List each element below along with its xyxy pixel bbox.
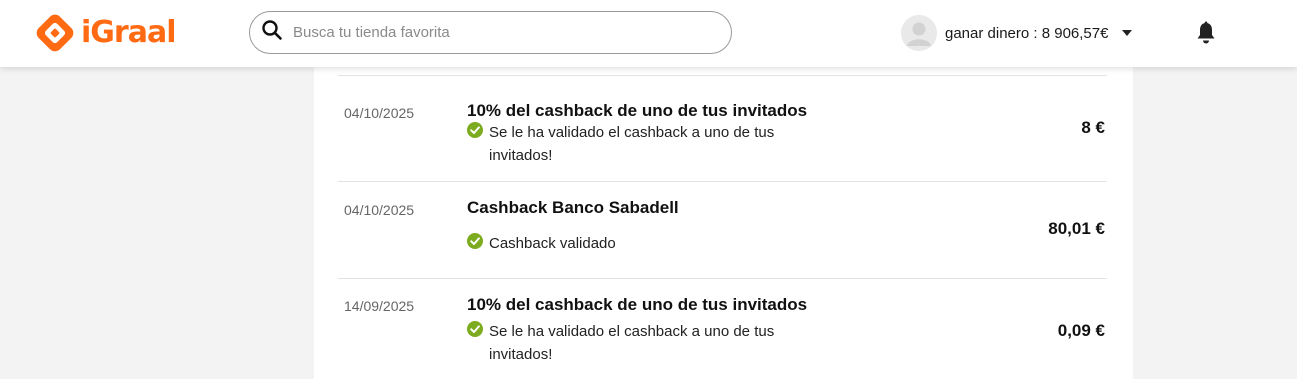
search-input[interactable] <box>293 24 693 41</box>
transactions-panel: 04/10/2025 10% del cashback de uno de tu… <box>314 67 1133 379</box>
transaction-date: 04/10/2025 <box>344 202 415 218</box>
top-header: iGraal ganar dinero : 8 906,57€ <box>0 0 1297 67</box>
check-circle-icon <box>467 122 483 138</box>
caret-down-icon[interactable] <box>1122 30 1133 36</box>
transaction-title: 10% del cashback de uno de tus invitados <box>467 295 808 314</box>
search-bar[interactable] <box>249 11 732 54</box>
igraal-logo-icon <box>33 11 77 55</box>
transaction-status: Se le ha validado el cashback a uno de t… <box>467 121 789 167</box>
transaction-amount: 80,01 € <box>1048 219 1105 238</box>
check-circle-icon <box>467 233 483 249</box>
cashback-balance[interactable]: ganar dinero : 8 906,57€ <box>945 25 1108 42</box>
transaction-title: 10% del cashback de uno de tus invitados <box>467 101 808 120</box>
bell-icon[interactable] <box>1195 21 1217 45</box>
status-text: Cashback validado <box>489 235 616 252</box>
transaction-amount: 0,09 € <box>1057 321 1105 340</box>
transaction-row: 04/10/2025 Cashback Banco Sabadell Cashb… <box>338 182 1107 279</box>
transaction-row: 04/10/2025 10% del cashback de uno de tu… <box>338 76 1107 182</box>
check-circle-icon <box>467 321 483 337</box>
transaction-row: 14/09/2025 10% del cashback de uno de tu… <box>338 279 1107 379</box>
igraal-logo[interactable]: iGraal <box>33 11 176 55</box>
brand-name: iGraal <box>81 15 176 50</box>
transaction-date: 14/09/2025 <box>344 298 415 314</box>
status-text: Se le ha validado el cashback a uno de t… <box>489 124 775 164</box>
transaction-amount: 8 € <box>1081 118 1105 137</box>
transaction-date: 04/10/2025 <box>344 105 415 121</box>
transaction-title: Cashback Banco Sabadell <box>467 198 679 217</box>
account-menu[interactable]: ganar dinero : 8 906,57€ <box>901 15 1133 51</box>
transaction-status: Cashback validado <box>467 232 789 255</box>
search-icon[interactable] <box>250 19 283 46</box>
status-text: Se le ha validado el cashback a uno de t… <box>489 323 775 363</box>
transaction-status: Se le ha validado el cashback a uno de t… <box>467 320 789 366</box>
avatar-icon[interactable] <box>901 15 937 51</box>
